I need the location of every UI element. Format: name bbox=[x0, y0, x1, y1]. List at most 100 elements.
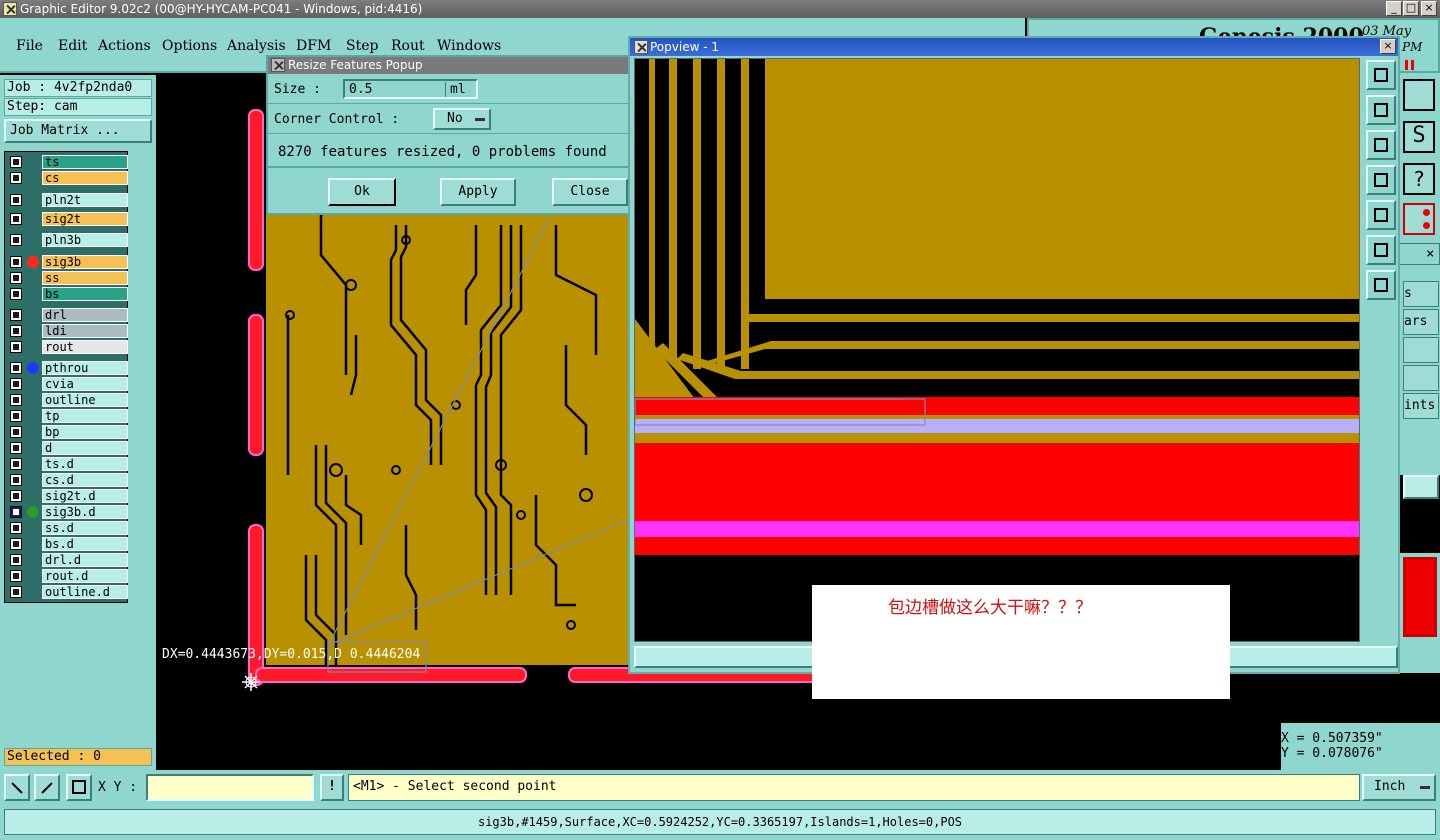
layer-name[interactable]: cs.d bbox=[42, 473, 128, 487]
close-button[interactable]: Close bbox=[552, 178, 628, 206]
layer-row[interactable]: rout bbox=[5, 340, 129, 354]
right-item-blank-2[interactable] bbox=[1403, 365, 1439, 391]
menu-dfm[interactable]: DFM bbox=[296, 38, 331, 54]
layer-row[interactable]: drl.d bbox=[5, 553, 129, 567]
close-window-button[interactable]: × bbox=[1421, 1, 1437, 16]
snap-icon-2[interactable] bbox=[34, 774, 60, 801]
layer-checkbox[interactable] bbox=[10, 394, 22, 406]
right-item-s[interactable]: s bbox=[1403, 281, 1439, 307]
menu-edit[interactable]: Edit bbox=[58, 38, 87, 54]
layer-name[interactable]: cvia bbox=[42, 377, 128, 391]
layer-row[interactable]: sig2t.d bbox=[5, 489, 129, 503]
layer-name[interactable]: bp bbox=[42, 425, 128, 439]
layer-checkbox[interactable] bbox=[10, 362, 22, 374]
layer-checkbox[interactable] bbox=[10, 554, 22, 566]
layer-checkbox[interactable] bbox=[10, 426, 22, 438]
layer-row[interactable]: pln3b bbox=[5, 233, 129, 247]
layer-name[interactable]: sig2t bbox=[42, 212, 128, 226]
layer-checkbox[interactable] bbox=[10, 458, 22, 470]
menu-actions[interactable]: Actions bbox=[98, 38, 151, 54]
help-icon[interactable]: ? bbox=[1403, 163, 1435, 195]
layer-row[interactable]: sig3b.d bbox=[5, 505, 129, 519]
job-matrix-button[interactable]: Job Matrix ... bbox=[4, 119, 152, 143]
layer-checkbox[interactable] bbox=[10, 442, 22, 454]
layer-row[interactable]: pthrou bbox=[5, 361, 129, 375]
layer-name[interactable]: d bbox=[42, 441, 128, 455]
layer-row[interactable]: ts.d bbox=[5, 457, 129, 471]
layer-row[interactable]: tp bbox=[5, 409, 129, 423]
layer-name[interactable]: ts bbox=[42, 155, 128, 169]
menu-windows[interactable]: Windows bbox=[437, 38, 501, 54]
size-input[interactable]: 0.5 ml bbox=[343, 79, 478, 99]
snap-icon-1[interactable] bbox=[4, 774, 30, 801]
grid-snap-icon[interactable] bbox=[66, 774, 92, 801]
layer-checkbox[interactable] bbox=[10, 156, 22, 168]
layer-name[interactable]: ss.d bbox=[42, 521, 128, 535]
layer-row[interactable]: outline.d bbox=[5, 585, 129, 599]
xy-input[interactable] bbox=[146, 774, 314, 801]
layer-name[interactable]: outline bbox=[42, 393, 128, 407]
popview-canvas[interactable] bbox=[634, 58, 1360, 642]
layer-name[interactable]: outline.d bbox=[42, 585, 128, 599]
tool-s-icon[interactable]: S bbox=[1403, 121, 1435, 153]
layer-checkbox[interactable] bbox=[10, 410, 22, 422]
right-item-ints[interactable]: ints bbox=[1403, 393, 1439, 419]
layer-checkbox[interactable] bbox=[10, 234, 22, 246]
layer-checkbox[interactable] bbox=[10, 309, 22, 321]
layer-row[interactable]: sig2t bbox=[5, 212, 129, 226]
layer-name[interactable]: pln2t bbox=[42, 193, 128, 207]
zoom-fit-icon[interactable] bbox=[1366, 60, 1396, 90]
right-item-ars[interactable]: ars bbox=[1403, 309, 1439, 335]
apply-button[interactable]: Apply bbox=[440, 178, 516, 206]
layer-row[interactable]: ss.d bbox=[5, 521, 129, 535]
pan-right-icon[interactable] bbox=[1366, 200, 1396, 230]
layer-row[interactable]: cs bbox=[5, 171, 129, 185]
pan-down-icon[interactable] bbox=[1366, 130, 1396, 160]
popview-close-button[interactable]: × bbox=[1380, 39, 1396, 54]
layer-row[interactable]: outline bbox=[5, 393, 129, 407]
layer-checkbox[interactable] bbox=[10, 378, 22, 390]
layer-row[interactable]: bs bbox=[5, 287, 129, 301]
menu-file[interactable]: File bbox=[16, 38, 43, 54]
menu-analysis[interactable]: Analysis bbox=[227, 38, 286, 54]
layer-checkbox[interactable] bbox=[10, 213, 22, 225]
pan-left-icon[interactable] bbox=[1366, 165, 1396, 195]
layer-row[interactable]: ts bbox=[5, 155, 129, 169]
layer-row[interactable]: ldi bbox=[5, 324, 129, 338]
layer-checkbox[interactable] bbox=[10, 341, 22, 353]
layer-row[interactable]: bs.d bbox=[5, 537, 129, 551]
unit-dropdown[interactable]: Inch bbox=[1362, 774, 1436, 801]
layer-name[interactable]: pthrou bbox=[42, 361, 128, 375]
right-item-btn[interactable] bbox=[1403, 475, 1439, 499]
corner-dropdown[interactable]: No bbox=[433, 108, 491, 130]
minimize-button[interactable]: _ bbox=[1386, 1, 1402, 16]
layer-name[interactable]: tp bbox=[42, 409, 128, 423]
maximize-button[interactable]: □ bbox=[1403, 1, 1419, 16]
layer-checkbox[interactable] bbox=[10, 172, 22, 184]
layer-name[interactable]: bs.d bbox=[42, 537, 128, 551]
layer-name[interactable]: bs bbox=[42, 287, 128, 301]
menu-options[interactable]: Options bbox=[162, 38, 217, 54]
layer-name[interactable]: rout.d bbox=[42, 569, 128, 583]
layer-checkbox[interactable] bbox=[10, 538, 22, 550]
zoom-in-icon[interactable] bbox=[1366, 235, 1396, 265]
warning-button[interactable]: ! bbox=[320, 774, 344, 801]
zoom-out-icon[interactable] bbox=[1366, 270, 1396, 300]
layer-name[interactable]: sig2t.d bbox=[42, 489, 128, 503]
layer-name[interactable]: sig3b bbox=[42, 255, 128, 269]
layer-name[interactable]: sig3b.d bbox=[42, 505, 128, 519]
right-close-box[interactable]: × bbox=[1399, 243, 1440, 265]
layer-row[interactable]: d bbox=[5, 441, 129, 455]
ok-button[interactable]: Ok bbox=[328, 178, 396, 206]
layer-checkbox[interactable] bbox=[10, 256, 22, 268]
layer-name[interactable]: ss bbox=[42, 271, 128, 285]
layer-checkbox[interactable] bbox=[10, 570, 22, 582]
layer-checkbox[interactable] bbox=[10, 506, 22, 518]
layer-checkbox[interactable] bbox=[10, 325, 22, 337]
layer-row[interactable]: rout.d bbox=[5, 569, 129, 583]
layer-name[interactable]: cs bbox=[42, 171, 128, 185]
right-item-blank-1[interactable] bbox=[1403, 337, 1439, 363]
tool-graph-icon[interactable] bbox=[1403, 203, 1435, 235]
layer-name[interactable]: drl bbox=[42, 308, 128, 322]
layer-name[interactable]: pln3b bbox=[42, 233, 128, 247]
